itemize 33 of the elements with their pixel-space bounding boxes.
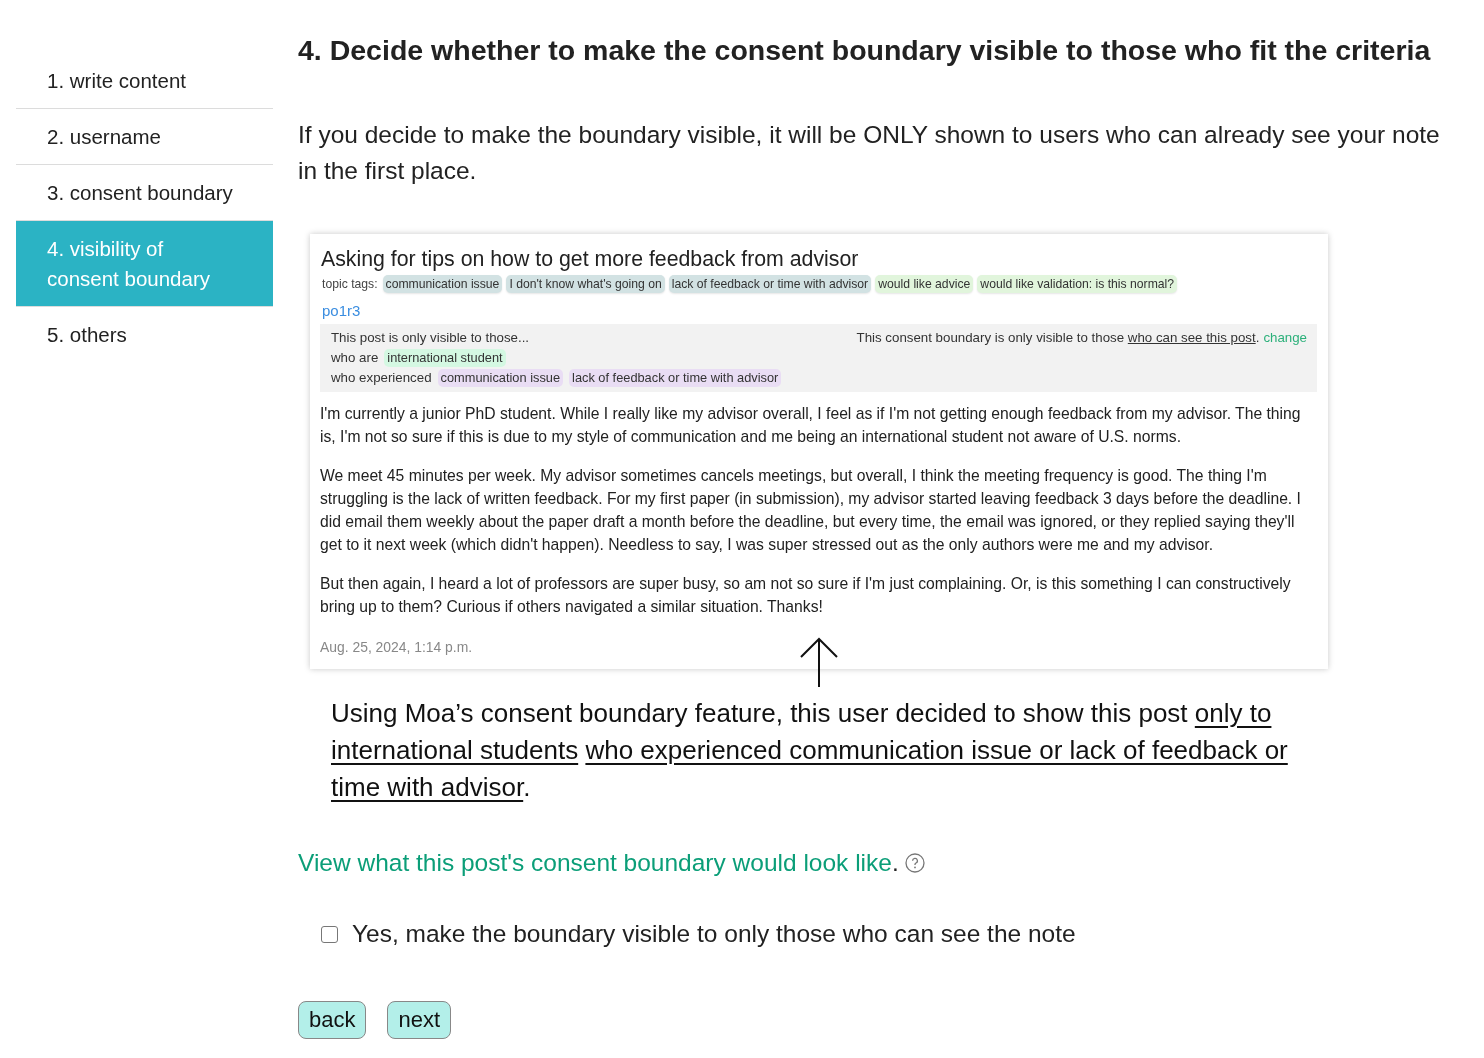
preview-prompt: View what this post's consent boundary would look like. <box>298 848 899 878</box>
page-heading: 4. Decide whether to make the consent boundary visible to those who fit the criteria <box>298 33 1432 68</box>
back-button[interactable]: back <box>298 1001 367 1039</box>
post-title: Asking for tips on how to get more feedback from advisor <box>321 246 860 272</box>
criteria-label: who are <box>331 349 379 367</box>
topic-tag[interactable]: would like advice <box>875 275 974 293</box>
help-icon[interactable] <box>904 853 925 873</box>
sidebar-item[interactable]: 5. others <box>16 307 273 362</box>
next-button[interactable]: next <box>387 1001 452 1039</box>
up-arrow-icon <box>799 637 839 687</box>
username-link[interactable]: po1r3 <box>322 301 361 321</box>
criteria-label: who experienced <box>331 369 432 387</box>
intro-text: If you decide to make the boundary visible, it will be ONLY shown to users who can already see your note in the first place. <box>298 120 1441 186</box>
post-timestamp: Aug. 25, 2024, 1:14 p.m. <box>320 638 474 657</box>
boundary-tag: lack of feedback or time with advisor <box>569 369 782 387</box>
topic-tag[interactable]: I don't know what's going on <box>506 275 665 293</box>
boundary-intro: This post is only visible to those... <box>331 329 530 347</box>
post-paragraph: I'm currently a junior PhD student. While I really like my advisor overall, I feel as if I'm not getting enough feedback from my advisor. The thing is, I'm not so sure if this is due to my style of communication and me being an international student not aware of U.S. norms. <box>320 404 1302 447</box>
topic-tag[interactable]: communication issue <box>382 275 503 293</box>
post-paragraph: We meet 45 minutes per week. My advisor sometimes cancels meetings, but overall, I think the meeting frequency is good. The thing I'm struggling is the lack of written feedback. For my first paper (in submission), my advisor started leaving feedback 3 days before the deadline. I did email them weekly about the paper draft a month before the deadline, but every time, the email was ignored, or they replied saying they'll get to it next week (which didn't happen). Needless to say, I was super stressed out as the only authors were me and my advisor. <box>320 466 1302 555</box>
boundary-tag: international student <box>384 349 506 367</box>
consent-checkbox[interactable] <box>321 925 338 943</box>
checkbox-label: Yes, make the boundary visible to only those who can see the note <box>352 919 1076 949</box>
boundary-tag: communication issue <box>437 369 564 387</box>
audience-link[interactable]: who can see this post <box>1127 330 1256 345</box>
topic-tag[interactable]: would like validation: is this normal? <box>977 275 1178 293</box>
sidebar-item[interactable]: 1. write content <box>16 53 273 109</box>
topic-tag[interactable]: lack of feedback or time with advisor <box>668 275 872 293</box>
sidebar-item[interactable]: 2. username <box>16 109 273 165</box>
caption-text: Using Moa’s consent boundary feature, this user decided to show this post only to international students who experienced communication issue or lack of feedback or time with advisor. <box>331 697 1289 804</box>
visibility-note: This consent boundary is only visible to those who can see this post. <box>856 329 1260 347</box>
post-paragraph: But then again, I heard a lot of professors are super busy, so am not so sure if I'm just complaining. Or, is this something I can constructively bring up to them? Curious if others navigated a similar situation. Thanks! <box>320 574 1292 617</box>
tags-label: topic tags: <box>322 277 378 291</box>
